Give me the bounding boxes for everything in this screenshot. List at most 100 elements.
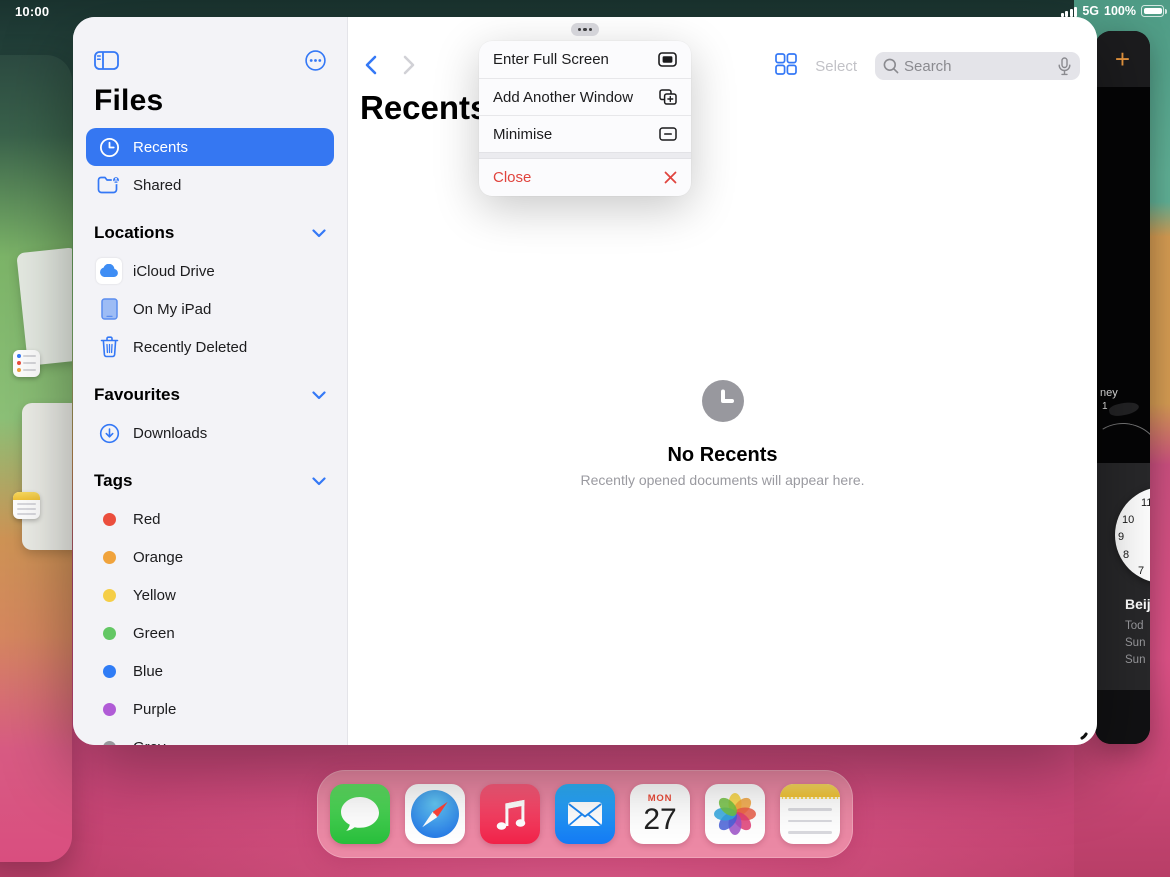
battery-icon (1141, 5, 1164, 17)
enter-full-screen-icon (658, 52, 677, 67)
sidebar-item-label: Recently Deleted (133, 339, 247, 356)
forward-button[interactable] (403, 55, 416, 80)
sidebar-item-recently-deleted[interactable]: Recently Deleted (86, 328, 334, 366)
tag-label: Purple (133, 701, 176, 718)
window-controls-handle[interactable] (571, 23, 599, 36)
search-input[interactable] (875, 52, 1080, 80)
calendar-app-icon[interactable]: MON 27 (630, 784, 690, 844)
notes-icon-header (780, 784, 840, 799)
city-name-label: Beij (1125, 596, 1150, 612)
select-button[interactable]: Select (815, 58, 857, 75)
sidebar-item-icloud-drive[interactable]: iCloud Drive (86, 252, 334, 290)
thumbnail-note-card (16, 247, 72, 366)
sidebar-item-tag-purple[interactable]: Purple (86, 690, 334, 728)
section-title: Favourites (94, 385, 180, 405)
tag-color-dot (103, 627, 116, 640)
download-circle-icon (96, 423, 122, 444)
sidebar-item-tag-orange[interactable]: Orange (86, 538, 334, 576)
messages-app-icon[interactable] (330, 784, 390, 844)
tag-color-dot (103, 741, 116, 746)
toggle-sidebar-button[interactable] (94, 51, 119, 75)
add-another-window-icon (659, 89, 677, 105)
window-controls-menu: Enter Full Screen Add Another Window Min… (479, 41, 691, 196)
clock-number: 8 (1123, 549, 1129, 561)
safari-app-icon[interactable] (405, 784, 465, 844)
tag-color-dot (103, 703, 116, 716)
menu-separator (479, 152, 691, 159)
section-header-tags[interactable]: Tags (86, 470, 334, 492)
empty-state-subtitle: Recently opened documents will appear he… (348, 472, 1097, 488)
world-map-city-label: ney (1100, 387, 1118, 399)
trash-icon (96, 336, 122, 358)
files-window: Files Recents Shared Locations (73, 17, 1097, 745)
mail-app-icon[interactable] (555, 784, 615, 844)
icloud-drive-icon (96, 258, 122, 284)
search-field[interactable] (875, 52, 1080, 80)
day-label: Tod (1125, 620, 1144, 632)
tag-color-dot (103, 589, 116, 602)
sidebar-item-label: iCloud Drive (133, 263, 215, 280)
calendar-day: 27 (630, 804, 690, 836)
sidebar-item-tag-green[interactable]: Green (86, 614, 334, 652)
sidebar-item-tag-grey[interactable]: Grey (86, 728, 334, 745)
tag-label: Grey (133, 739, 166, 746)
more-options-button[interactable] (305, 50, 326, 76)
add-clock-button[interactable]: + (1115, 46, 1130, 72)
sidebar-item-tag-blue[interactable]: Blue (86, 652, 334, 690)
clock-number: 11 (1141, 497, 1150, 509)
tag-color-dot (103, 513, 116, 526)
sunset-label: Sun (1125, 654, 1145, 666)
photos-app-icon[interactable] (705, 784, 765, 844)
stage-right-app-thumbnail[interactable]: + ney 1 11 10 9 8 7 Beij Tod Sun Sun (1095, 31, 1150, 744)
music-app-icon[interactable] (480, 784, 540, 844)
sidebar-item-label: Recents (133, 139, 188, 156)
sidebar-item-label: Shared (133, 177, 181, 194)
empty-state: No Recents Recently opened documents wil… (348, 380, 1097, 488)
clock-app-tabbar (1095, 690, 1150, 744)
back-button[interactable] (364, 55, 377, 80)
sidebar-item-tag-red[interactable]: Red (86, 500, 334, 538)
menu-item-add-another-window[interactable]: Add Another Window (479, 78, 691, 115)
section-title: Locations (94, 223, 174, 243)
shared-folder-icon (96, 175, 122, 195)
menu-item-close[interactable]: Close (479, 159, 691, 196)
close-x-icon (664, 171, 677, 184)
menu-item-label: Close (493, 169, 531, 186)
section-header-locations[interactable]: Locations (86, 222, 334, 244)
section-header-favourites[interactable]: Favourites (86, 384, 334, 406)
world-map-landmass (1108, 400, 1140, 418)
sidebar-title: Files (86, 86, 334, 116)
sidebar-item-shared[interactable]: Shared (86, 166, 334, 204)
tag-label: Orange (133, 549, 183, 566)
chevron-down-icon (312, 229, 326, 238)
window-resize-handle[interactable] (1074, 726, 1090, 742)
thumbnail-note-card (22, 403, 72, 550)
sidebar-item-recents[interactable]: Recents (86, 128, 334, 166)
chevron-down-icon (312, 477, 326, 486)
tag-label: Yellow (133, 587, 176, 604)
notes-mini-icon (13, 492, 40, 519)
page-title: Recents (360, 89, 488, 127)
empty-state-title: No Recents (348, 444, 1097, 467)
view-options-button[interactable] (775, 53, 797, 80)
ipad-icon (96, 298, 122, 320)
network-type: 5G (1082, 4, 1099, 18)
minimise-icon (659, 127, 677, 141)
microphone-icon[interactable] (1058, 57, 1071, 81)
sidebar-item-on-my-ipad[interactable]: On My iPad (86, 290, 334, 328)
tag-label: Red (133, 511, 161, 528)
stage-left-app-thumbnail[interactable] (0, 55, 72, 862)
section-title: Tags (94, 471, 132, 491)
menu-item-label: Add Another Window (493, 89, 633, 106)
menu-item-label: Minimise (493, 126, 552, 143)
files-content: Recents Select No Recents Recently ope (348, 17, 1097, 745)
signal-bars-icon (1061, 6, 1078, 17)
tag-color-dot (103, 665, 116, 678)
sidebar-item-tag-yellow[interactable]: Yellow (86, 576, 334, 614)
menu-item-enter-full-screen[interactable]: Enter Full Screen (479, 41, 691, 78)
reminders-mini-icon (13, 350, 40, 377)
sidebar-item-downloads[interactable]: Downloads (86, 414, 334, 452)
notes-app-icon[interactable] (780, 784, 840, 844)
files-sidebar: Files Recents Shared Locations (73, 17, 348, 745)
menu-item-minimise[interactable]: Minimise (479, 115, 691, 152)
